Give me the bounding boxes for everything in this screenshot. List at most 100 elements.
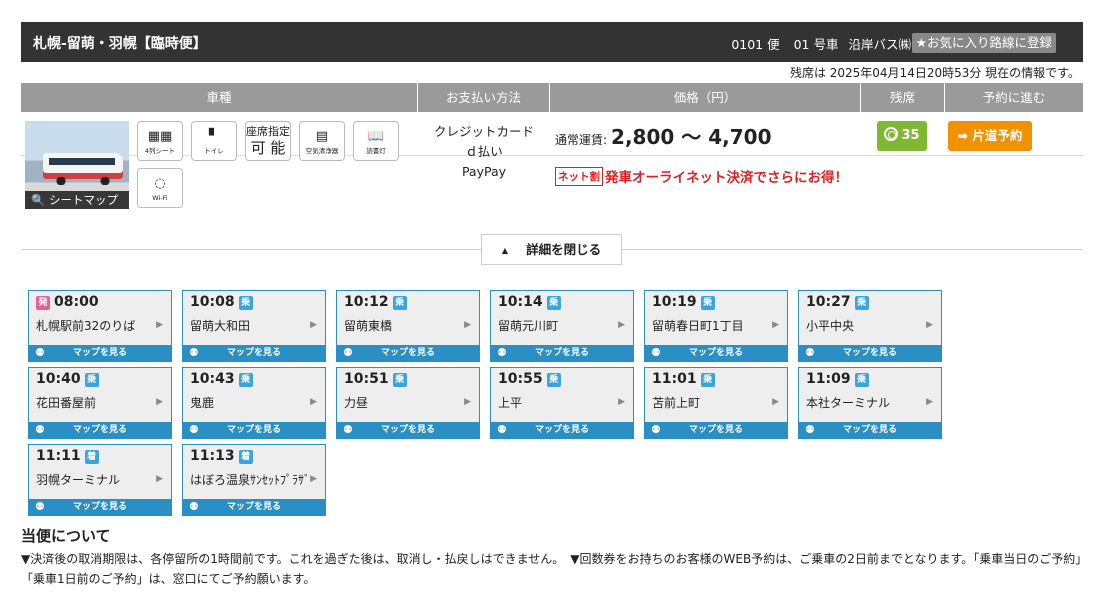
- dep-badge: 発: [36, 296, 50, 310]
- stop-name: 小平中央: [806, 319, 855, 333]
- stop-card[interactable]: 10:12 乗留萌東橋 ▶ ⚉ マップを見る: [336, 290, 480, 362]
- seat-4row-icon: ▦▦ 4列シート: [137, 121, 183, 161]
- close-detail-button[interactable]: ▲ 詳細を閉じる: [481, 234, 622, 265]
- play-arrow-icon[interactable]: ▶: [156, 474, 163, 484]
- seat-map-button[interactable]: 🔍 シートマップ: [25, 191, 129, 209]
- play-arrow-icon[interactable]: ▶: [310, 474, 317, 484]
- stop-card[interactable]: 10:08 乗留萌大和田 ▶ ⚉ マップを見る: [182, 290, 326, 362]
- col-price: 価格（円）: [550, 83, 861, 112]
- view-map-button[interactable]: ⚉ マップを見る: [29, 345, 171, 361]
- stop-time: 11:09: [806, 371, 851, 387]
- stop-card[interactable]: 11:01 乗苫前上町 ▶ ⚉ マップを見る: [644, 367, 788, 439]
- seats-left-badge: 35: [877, 121, 927, 151]
- stop-card[interactable]: 11:09 乗本社ターミナル ▶ ⚉ マップを見る: [798, 367, 942, 439]
- map-pin-icon: ⚉: [651, 423, 661, 436]
- map-pin-icon: ⚉: [189, 500, 199, 513]
- view-map-button[interactable]: ⚉ マップを見る: [337, 345, 479, 361]
- bus-photo[interactable]: 🔍 シートマップ: [25, 121, 129, 209]
- stop-time-row: 10:27 乗: [806, 294, 869, 310]
- map-pin-icon: ⚉: [35, 423, 45, 436]
- board-badge: 乗: [700, 373, 715, 387]
- stop-time-row: 10:51 乗: [344, 371, 407, 387]
- stop-card[interactable]: 10:55 乗上平 ▶ ⚉ マップを見る: [490, 367, 634, 439]
- view-map-button[interactable]: ⚉ マップを見る: [799, 422, 941, 438]
- play-arrow-icon[interactable]: ▶: [156, 320, 163, 330]
- stop-time: 11:13: [190, 448, 235, 464]
- bus-image: [43, 153, 123, 185]
- board-badge: 乗: [546, 373, 561, 387]
- stop-name: 本社ターミナル: [806, 396, 891, 410]
- view-map-button[interactable]: ⚉ マップを見る: [183, 345, 325, 361]
- play-arrow-icon[interactable]: ▶: [464, 397, 471, 407]
- route-header: 札幌-留萌・羽幌【臨時便】 0101 便 01 号車 沿岸バス㈱ ★お気に入り路…: [21, 22, 1083, 62]
- view-map-button[interactable]: ⚉ マップを見る: [491, 422, 633, 438]
- stop-card[interactable]: 10:27 乗小平中央 ▶ ⚉ マップを見る: [798, 290, 942, 362]
- play-arrow-icon[interactable]: ▶: [156, 397, 163, 407]
- favorite-route-button[interactable]: ★お気に入り路線に登録: [911, 33, 1056, 53]
- view-map-button[interactable]: ⚉ マップを見る: [183, 499, 325, 515]
- play-arrow-icon[interactable]: ▶: [464, 320, 471, 330]
- net-discount-tag: ネット割: [555, 166, 603, 186]
- bus-info: 0101 便 01 号車 沿岸バス㈱: [721, 34, 911, 53]
- stop-time: 11:01: [652, 371, 697, 387]
- play-arrow-icon[interactable]: ▶: [310, 397, 317, 407]
- play-arrow-icon[interactable]: ▶: [310, 320, 317, 330]
- stop-name: 留萌元川町: [498, 319, 559, 333]
- about-note: ▼決済後の取消期限は、各停留所の1時間前です。これを過ぎた後は、取消し・払戻しは…: [21, 552, 1082, 586]
- stop-card[interactable]: 10:43 乗鬼鹿 ▶ ⚉ マップを見る: [182, 367, 326, 439]
- stop-time: 10:27: [806, 294, 851, 310]
- stop-card[interactable]: 10:19 乗留萌春日町1丁目 ▶ ⚉ マップを見る: [644, 290, 788, 362]
- alight-badge: 着: [84, 450, 99, 464]
- map-pin-icon: ⚉: [497, 423, 507, 436]
- view-map-button[interactable]: ⚉ マップを見る: [645, 422, 787, 438]
- play-arrow-icon[interactable]: ▶: [618, 397, 625, 407]
- play-arrow-icon[interactable]: ▶: [926, 320, 933, 330]
- one-way-reserve-button[interactable]: ➡ 片道予約: [948, 121, 1032, 151]
- stop-card[interactable]: 11:11 着羽幌ターミナル ▶ ⚉ マップを見る: [28, 444, 172, 516]
- stop-time-row: 10:55 乗: [498, 371, 561, 387]
- fare-label: 通常運賃:: [555, 133, 608, 147]
- view-map-button[interactable]: ⚉ マップを見る: [645, 345, 787, 361]
- toilet-icon: ▘ トイレ: [191, 121, 237, 161]
- stop-name: 鬼鹿: [190, 396, 215, 410]
- board-badge: 乗: [854, 296, 869, 310]
- view-map-label: マップを見る: [534, 348, 589, 358]
- stop-time: 10:40: [36, 371, 81, 387]
- close-detail-label: 詳細を閉じる: [526, 242, 602, 257]
- view-map-label: マップを見る: [72, 348, 127, 358]
- view-map-button[interactable]: ⚉ マップを見る: [337, 422, 479, 438]
- stop-card[interactable]: 10:40 乗花田番屋前 ▶ ⚉ マップを見る: [28, 367, 172, 439]
- stop-time-row: 10:08 乗: [190, 294, 253, 310]
- view-map-button[interactable]: ⚉ マップを見る: [29, 422, 171, 438]
- view-map-button[interactable]: ⚉ マップを見る: [29, 499, 171, 515]
- view-map-button[interactable]: ⚉ マップを見る: [491, 345, 633, 361]
- play-arrow-icon[interactable]: ▶: [618, 320, 625, 330]
- operator-name: 沿岸バス㈱: [848, 37, 911, 52]
- stop-time: 10:19: [652, 294, 697, 310]
- board-badge: 乗: [546, 296, 561, 310]
- view-map-button[interactable]: ⚉ マップを見る: [799, 345, 941, 361]
- stop-card[interactable]: 10:51 乗力昼 ▶ ⚉ マップを見る: [336, 367, 480, 439]
- payment-methods: クレジットカード ｄ払い PayPay: [418, 122, 550, 182]
- stop-card[interactable]: 10:14 乗留萌元川町 ▶ ⚉ マップを見る: [490, 290, 634, 362]
- payment-dbarai: ｄ払い: [465, 144, 503, 159]
- stop-name: 苫前上町: [652, 396, 701, 410]
- play-arrow-icon[interactable]: ▶: [772, 397, 779, 407]
- stop-time-row: 11:01 乗: [652, 371, 715, 387]
- stop-time-row: 11:13 着: [190, 448, 253, 464]
- car-number: 01 号車: [793, 37, 839, 52]
- view-map-button[interactable]: ⚉ マップを見る: [183, 422, 325, 438]
- stop-card[interactable]: 11:13 着はぼろ温泉ｻﾝｾｯﾄﾌﾟﾗｻﾞ ▶ ⚉ マップを見る: [182, 444, 326, 516]
- play-arrow-icon[interactable]: ▶: [926, 397, 933, 407]
- wifi-icon: ◌ Wi-Fi: [137, 168, 183, 208]
- search-icon: 🔍: [31, 193, 46, 207]
- about-title: 当便について: [21, 527, 111, 545]
- col-reserve: 予約に進む: [982, 90, 1046, 105]
- stop-time-row: 11:11 着: [36, 448, 99, 464]
- availability-circle-icon: [884, 127, 899, 141]
- play-arrow-icon[interactable]: ▶: [772, 320, 779, 330]
- stop-card[interactable]: 発 08:00 札幌駅前32のりば ▶ ⚉ マップを見る: [28, 290, 172, 362]
- stop-time-row: 発 08:00: [36, 294, 99, 310]
- stop-time: 10:14: [498, 294, 543, 310]
- fare-value: 2,800 ～ 4,700: [611, 125, 772, 149]
